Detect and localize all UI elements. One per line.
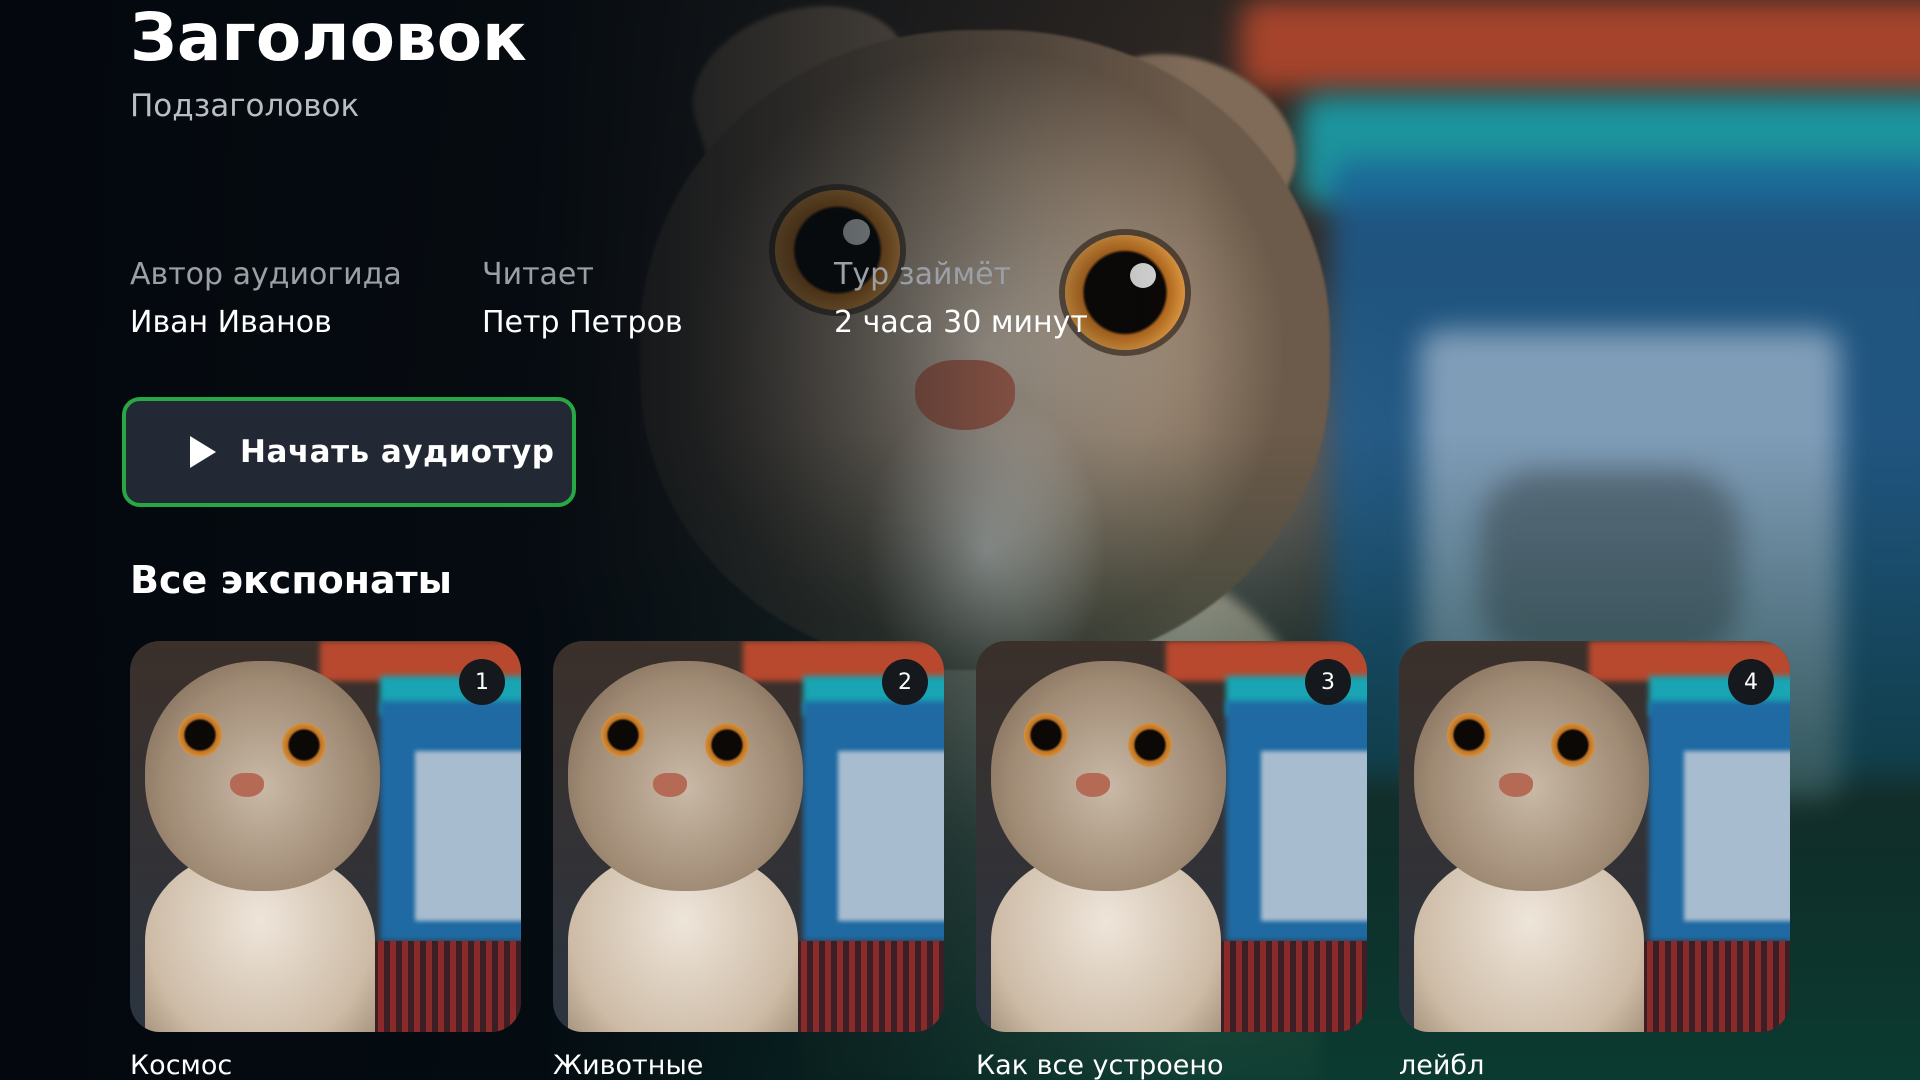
- exhibit-number-badge: 1: [459, 659, 505, 705]
- exhibit-cards-row: 1 Космос 2 Животные 3 Как все устроено 4…: [130, 641, 1790, 1080]
- exhibit-image: 3: [976, 641, 1367, 1032]
- start-audiotour-label: Начать аудиотур: [240, 434, 555, 470]
- exhibit-title: Животные: [553, 1050, 704, 1080]
- exhibit-image: 2: [553, 641, 944, 1032]
- exhibit-card-4[interactable]: 4 лейбл: [1399, 641, 1790, 1080]
- author-label: Автор аудиогида: [130, 257, 402, 292]
- exhibit-title: лейбл: [1399, 1050, 1485, 1080]
- exhibit-card-2[interactable]: 2 Животные: [553, 641, 944, 1080]
- page-title: Заголовок: [130, 0, 527, 76]
- narrator-value: Петр Петров: [482, 305, 683, 340]
- exhibit-number-badge: 3: [1305, 659, 1351, 705]
- page-subtitle: Подзаголовок: [130, 88, 360, 124]
- exhibit-number-badge: 4: [1728, 659, 1774, 705]
- exhibit-card-1[interactable]: 1 Космос: [130, 641, 521, 1080]
- exhibit-title: Космос: [130, 1050, 233, 1080]
- exhibit-image: 4: [1399, 641, 1790, 1032]
- author-value: Иван Иванов: [130, 305, 332, 340]
- exhibit-card-3[interactable]: 3 Как все устроено: [976, 641, 1367, 1080]
- exhibit-title: Как все устроено: [976, 1050, 1224, 1080]
- duration-value: 2 часа 30 минут: [834, 305, 1088, 340]
- exhibit-number-badge: 2: [882, 659, 928, 705]
- duration-label: Тур займёт: [834, 257, 1012, 292]
- exhibits-section-title: Все экспонаты: [130, 558, 452, 602]
- exhibit-image: 1: [130, 641, 521, 1032]
- start-audiotour-button[interactable]: Начать аудиотур: [122, 397, 576, 507]
- play-icon: [190, 436, 216, 468]
- audio-guide-screen: Заголовок Подзаголовок Автор аудиогида И…: [0, 0, 1920, 1080]
- narrator-label: Читает: [482, 257, 594, 292]
